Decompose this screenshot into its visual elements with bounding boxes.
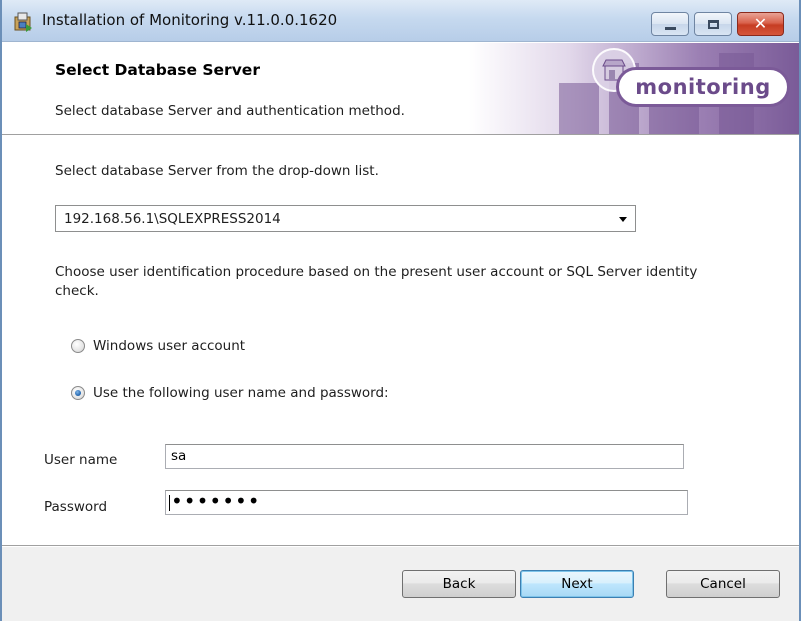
logo-text: monitoring (635, 75, 771, 99)
content-area: Select database Server from the drop-dow… (2, 136, 799, 544)
server-instruction: Select database Server from the drop-dow… (55, 163, 379, 179)
header-banner: monitoring Select Database Server Select… (2, 43, 799, 134)
password-label: Password (44, 499, 108, 515)
cancel-button[interactable]: Cancel (666, 570, 780, 598)
server-dropdown-value: 192.168.56.1\SQLEXPRESS2014 (64, 211, 281, 227)
minimize-button[interactable] (651, 12, 689, 36)
server-dropdown[interactable]: 192.168.56.1\SQLEXPRESS2014 (55, 205, 636, 232)
button-bar: Back Next Cancel (2, 547, 799, 621)
installer-icon (14, 12, 32, 32)
monitoring-logo: monitoring (616, 67, 790, 107)
radio-sql-credentials-label[interactable]: Use the following user name and password… (93, 385, 389, 401)
text-caret (169, 495, 170, 511)
chevron-down-icon[interactable] (619, 217, 627, 222)
title-bar[interactable]: Installation of Monitoring v.11.0.0.1620… (2, 0, 799, 42)
username-label: User name (44, 452, 118, 468)
next-button[interactable]: Next (520, 570, 634, 598)
password-field[interactable]: ••••••• (165, 489, 688, 515)
window-title: Installation of Monitoring v.11.0.0.1620 (42, 11, 338, 29)
minimize-icon (664, 26, 676, 30)
maximize-button[interactable] (694, 12, 732, 36)
close-icon: ✕ (753, 14, 768, 33)
username-field[interactable]: sa (165, 444, 684, 469)
back-button[interactable]: Back (402, 570, 516, 598)
radio-windows-account-label[interactable]: Windows user account (93, 338, 245, 354)
page-title: Select Database Server (55, 61, 260, 79)
radio-windows-account[interactable] (71, 339, 85, 353)
close-button[interactable]: ✕ (737, 12, 784, 36)
installer-window: Installation of Monitoring v.11.0.0.1620… (0, 0, 801, 621)
auth-description: Choose user identification procedure bas… (55, 264, 698, 299)
password-value: ••••••• (171, 489, 261, 513)
maximize-icon (707, 19, 719, 29)
page-subtitle: Select database Server and authenticatio… (55, 103, 405, 119)
username-value: sa (171, 448, 187, 464)
radio-sql-credentials[interactable] (71, 386, 85, 400)
